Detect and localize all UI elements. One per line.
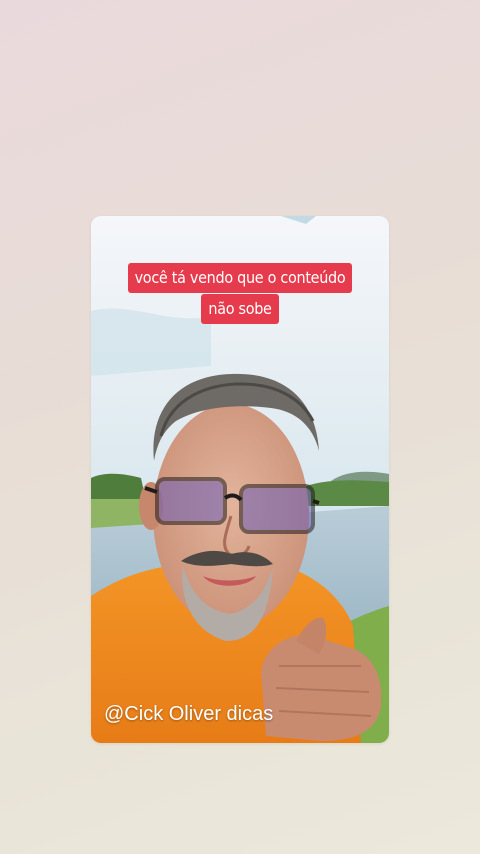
caption-line-2: não sobe: [201, 294, 279, 324]
story-card[interactable]: você tá vendo que o conteúdo não sobe @C…: [91, 216, 389, 743]
caption: você tá vendo que o conteúdo não sobe: [91, 263, 389, 324]
caption-line-1: você tá vendo que o conteúdo: [127, 263, 353, 293]
creator-watermark: @Cick Oliver dicas: [104, 703, 274, 725]
